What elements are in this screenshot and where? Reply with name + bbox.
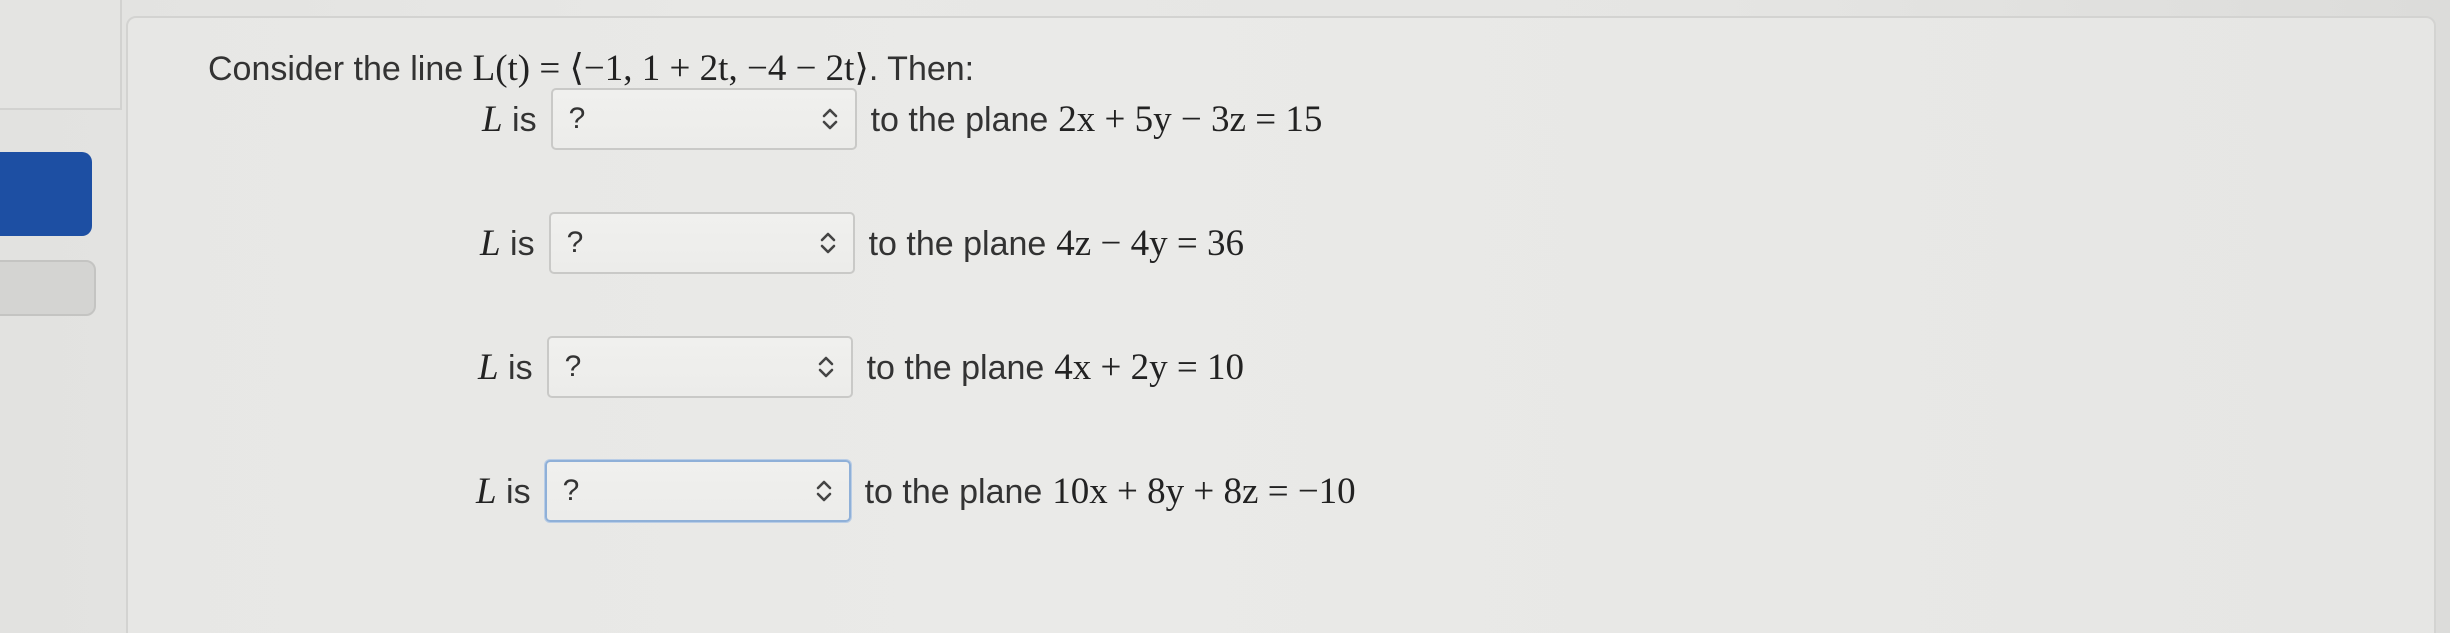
plane-equation: 4x + 2y = 10	[1054, 346, 1245, 388]
row-rhs: to the plane 4z − 4y = 36	[869, 222, 1244, 265]
row-is-label: is	[508, 348, 533, 387]
sidebar-primary-button[interactable]	[0, 152, 92, 236]
row-rhs: to the plane 2x + 5y − 3z = 15	[871, 98, 1323, 141]
row-lhs: L is	[478, 346, 533, 389]
select-value: ?	[562, 474, 580, 507]
line-expression: L(t) = ⟨−1, 1 + 2t, −4 − 2t⟩	[472, 48, 869, 89]
answer-row-4: L is ? to the plane 10x + 8y + 8z = −10	[476, 460, 1356, 522]
sidebar-secondary-button[interactable]	[0, 260, 96, 316]
chevron-up-down-icon	[819, 103, 841, 135]
row-var: L	[482, 98, 503, 140]
relation-select-3[interactable]: ?	[546, 336, 853, 398]
question-card: Consider the line L(t) = ⟨−1, 1 + 2t, −4…	[126, 16, 2436, 633]
row-plane-label: to the plane	[870, 100, 1049, 139]
plane-equation: 4z − 4y = 36	[1056, 222, 1244, 264]
question-suffix: . Then:	[868, 50, 975, 88]
row-lhs: L is	[480, 222, 535, 265]
plane-equation: 2x + 5y − 3z = 15	[1058, 98, 1323, 140]
select-value: ?	[566, 226, 584, 259]
relation-select-1[interactable]: ?	[550, 88, 857, 150]
chevron-up-down-icon	[813, 475, 835, 507]
question-text: Consider the line L(t) = ⟨−1, 1 + 2t, −4…	[208, 46, 974, 90]
row-var: L	[480, 222, 501, 264]
row-is-label: is	[506, 472, 531, 511]
row-is-label: is	[512, 100, 537, 139]
row-rhs: to the plane 10x + 8y + 8z = −10	[865, 470, 1356, 513]
select-value: ?	[564, 350, 582, 383]
screen: Consider the line L(t) = ⟨−1, 1 + 2t, −4…	[0, 0, 2450, 633]
chevron-up-down-icon	[817, 227, 839, 259]
row-plane-label: to the plane	[864, 472, 1043, 511]
row-lhs: L is	[482, 98, 537, 141]
answer-row-1: L is ? to the plane 2x + 5y − 3z = 15	[482, 88, 1322, 150]
question-prefix: Consider the line	[208, 50, 464, 88]
answer-row-2: L is ? to the plane 4z − 4y = 36	[480, 212, 1244, 274]
row-var: L	[478, 346, 499, 388]
row-plane-label: to the plane	[866, 348, 1045, 387]
row-rhs: to the plane 4x + 2y = 10	[867, 346, 1244, 389]
row-var: L	[476, 470, 497, 512]
chevron-up-down-icon	[815, 351, 837, 383]
answer-row-3: L is ? to the plane 4x + 2y = 10	[478, 336, 1244, 398]
relation-select-2[interactable]: ?	[548, 212, 855, 274]
row-lhs: L is	[476, 470, 531, 513]
row-is-label: is	[510, 224, 535, 263]
row-plane-label: to the plane	[868, 224, 1047, 263]
relation-select-4[interactable]: ?	[544, 460, 851, 522]
select-value: ?	[568, 102, 586, 135]
sidebar-panel	[0, 0, 122, 110]
plane-equation: 10x + 8y + 8z = −10	[1052, 470, 1356, 512]
